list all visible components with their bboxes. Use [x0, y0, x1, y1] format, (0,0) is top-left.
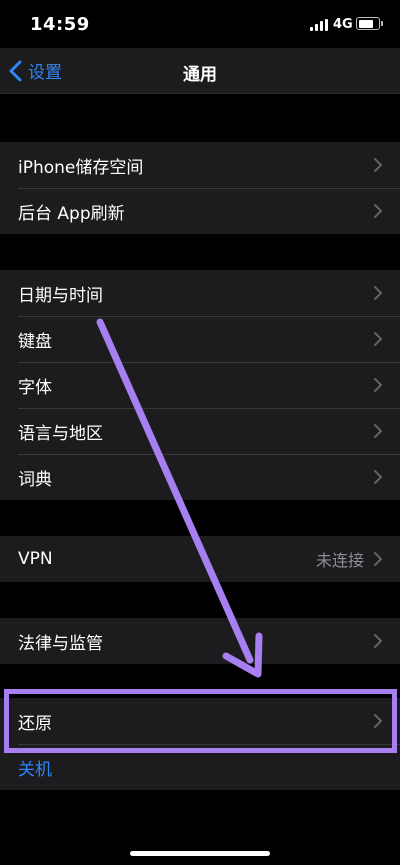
battery-icon	[356, 17, 383, 30]
vpn-status: 未连接	[315, 551, 364, 570]
cell-iphone-storage[interactable]: iPhone储存空间	[0, 142, 400, 188]
cell-label: 关机	[18, 759, 52, 780]
battery-level	[358, 19, 373, 28]
cell-label: 字体	[18, 377, 52, 398]
cell-label: 词典	[18, 469, 52, 490]
cell-label: 日期与时间	[18, 285, 103, 306]
cell-date-time[interactable]: 日期与时间	[0, 270, 400, 316]
navigation-bar: 设置 通用	[0, 48, 400, 94]
cell-reset[interactable]: 还原	[0, 698, 400, 744]
cell-keyboard[interactable]: 键盘	[0, 316, 400, 362]
cell-label: 还原	[18, 713, 52, 734]
cell-label: 法律与监管	[18, 633, 103, 654]
page-title: 通用	[183, 65, 217, 85]
cell-vpn[interactable]: VPN 未连接	[0, 536, 400, 582]
cell-label: 语言与地区	[18, 423, 103, 444]
home-indicator	[130, 851, 270, 856]
settings-group-storage: iPhone储存空间 后台 App刷新	[0, 142, 400, 234]
settings-group-vpn: VPN 未连接	[0, 536, 400, 582]
cell-fonts[interactable]: 字体	[0, 362, 400, 408]
chevron-right-icon	[374, 424, 382, 438]
chevron-right-icon	[374, 332, 382, 346]
cell-dictionary[interactable]: 词典	[0, 454, 400, 500]
settings-group-reset: 还原 关机	[0, 698, 400, 790]
cell-legal-regulatory[interactable]: 法律与监管	[0, 618, 400, 664]
chevron-right-icon	[374, 158, 382, 172]
cell-label: 后台 App刷新	[18, 203, 125, 224]
chevron-right-icon	[374, 378, 382, 392]
settings-group-legal: 法律与监管	[0, 618, 400, 664]
status-time: 14:59	[30, 14, 90, 35]
cell-label: iPhone储存空间	[18, 157, 144, 178]
chevron-right-icon	[374, 204, 382, 218]
chevron-right-icon	[374, 552, 382, 566]
cell-background-app-refresh[interactable]: 后台 App刷新	[0, 188, 400, 234]
cell-label: VPN	[18, 549, 53, 569]
chevron-right-icon	[374, 286, 382, 300]
chevron-right-icon	[374, 714, 382, 728]
status-bar: 14:59 4G	[0, 0, 400, 48]
settings-group-locale: 日期与时间 键盘 字体 语言与地区 词典	[0, 270, 400, 500]
cell-label: 键盘	[18, 331, 52, 352]
network-type: 4G	[333, 17, 353, 32]
cellular-signal-icon	[310, 19, 328, 31]
chevron-right-icon	[374, 470, 382, 484]
chevron-right-icon	[374, 634, 382, 648]
cell-language-region[interactable]: 语言与地区	[0, 408, 400, 454]
cell-shutdown[interactable]: 关机	[0, 744, 400, 790]
